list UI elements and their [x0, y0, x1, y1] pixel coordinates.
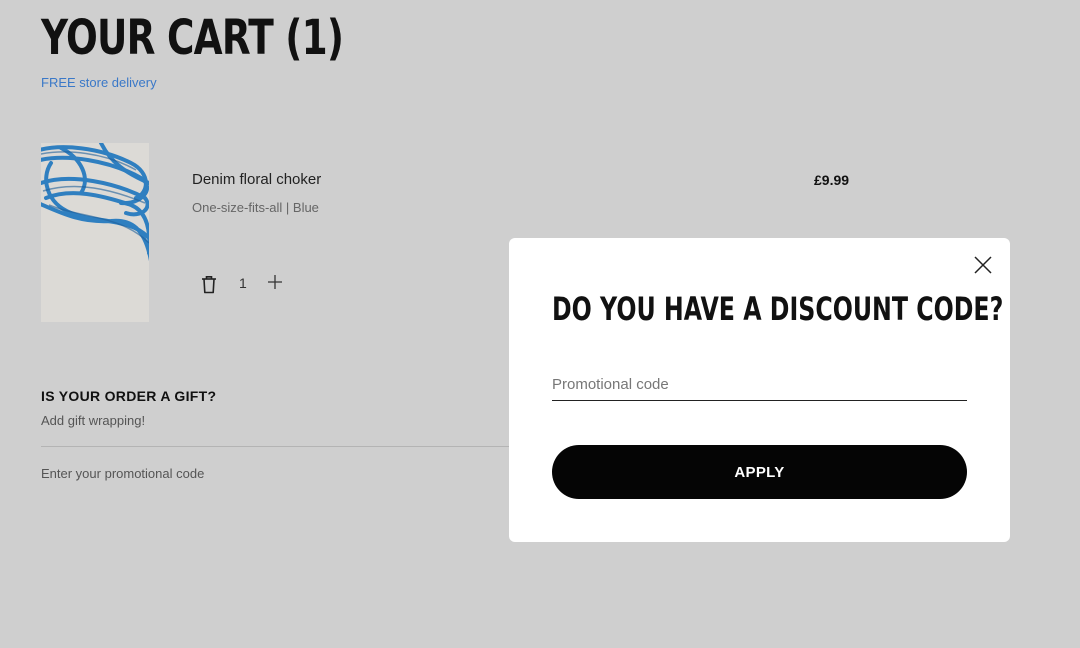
- gift-wrapping-link[interactable]: Add gift wrapping!: [41, 413, 145, 428]
- discount-code-modal: DO YOU HAVE A DISCOUNT CODE? APPLY: [509, 238, 1010, 542]
- promo-code-link[interactable]: Enter your promotional code: [41, 466, 204, 481]
- gift-heading: IS YOUR ORDER A GIFT?: [41, 388, 217, 404]
- divider: [41, 446, 511, 447]
- trash-icon: [202, 275, 216, 293]
- product-price: £9.99: [814, 172, 850, 188]
- promo-code-input[interactable]: [552, 368, 967, 401]
- remove-item-button[interactable]: [198, 272, 220, 296]
- increase-quantity-button[interactable]: [265, 272, 285, 292]
- modal-title: DO YOU HAVE A DISCOUNT CODE?: [552, 290, 1004, 328]
- product-name[interactable]: Denim floral choker: [192, 171, 321, 188]
- plus-icon: [268, 275, 282, 289]
- close-modal-button[interactable]: [972, 254, 994, 276]
- apply-button[interactable]: APPLY: [552, 445, 967, 499]
- product-photo: [41, 143, 149, 322]
- quantity-value: 1: [239, 275, 247, 291]
- close-icon: [974, 256, 992, 274]
- product-variant: One-size-fits-all | Blue: [192, 200, 319, 215]
- cart-title: YOUR CART (1): [41, 10, 344, 66]
- free-delivery-link[interactable]: FREE store delivery: [41, 75, 157, 90]
- product-image[interactable]: [41, 143, 149, 322]
